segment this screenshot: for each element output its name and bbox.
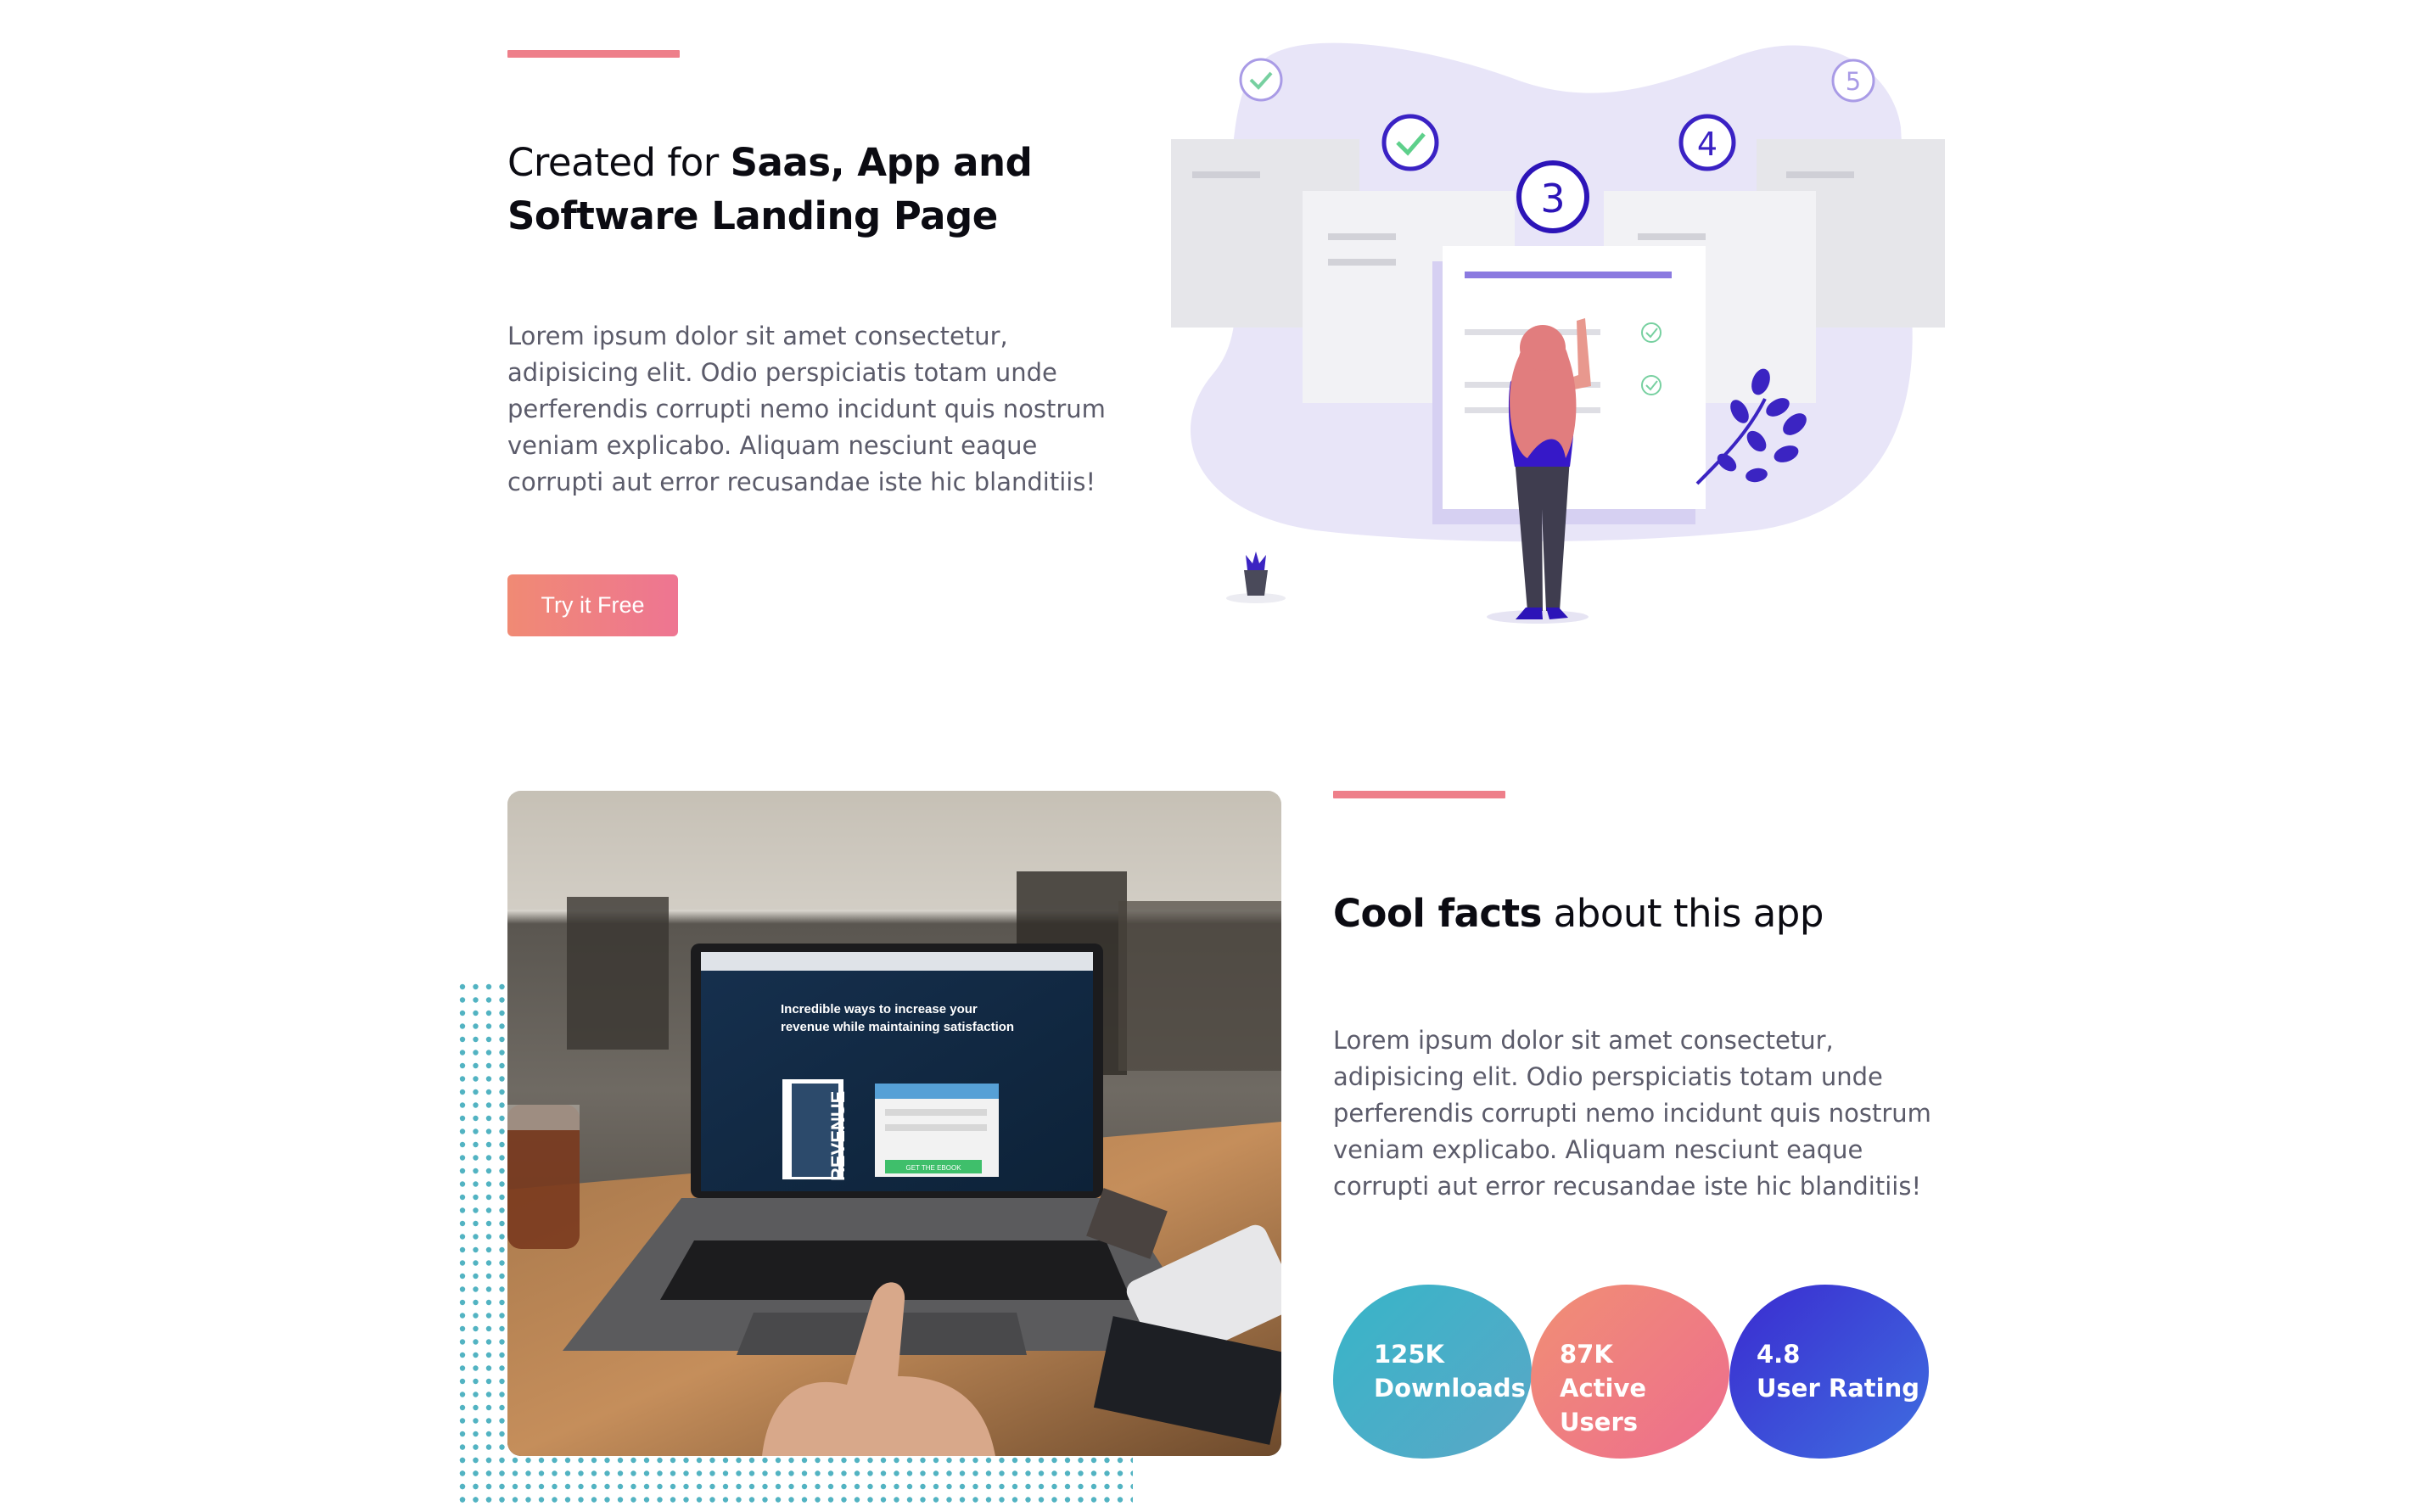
stat-user-rating: 4.8 User Rating [1729,1285,1929,1459]
stat-downloads-label: Downloads [1374,1374,1526,1403]
step-4-label: 4 [1697,126,1718,163]
check-circle-icon [1239,58,1283,102]
stat-downloads: 125K Downloads [1333,1285,1532,1459]
stat-active-users-value: 87K [1560,1340,1613,1369]
hero-accent-line [507,50,680,58]
step-3-label: 3 [1540,176,1565,221]
stat-downloads-value: 125K [1374,1340,1445,1369]
laptop-photo-image: Incredible ways to increase your revenue… [507,791,1281,1456]
facts-heading: Cool facts about this app [1333,887,1978,940]
laptop-photo: Incredible ways to increase your revenue… [507,791,1281,1456]
try-it-free-button[interactable]: Try it Free [507,574,678,636]
facts-heading-bold: Cool facts [1333,891,1542,936]
hero-description: Lorem ipsum dolor sit amet consectetur, … [507,322,1106,496]
facts-heading-light: about this app [1541,891,1824,936]
screen-book-title: REVENUE [827,1091,849,1181]
hero-heading-light: Created for [507,140,731,185]
hero-heading: Created for Saas, App and Software Landi… [507,136,1118,243]
plant-pot-icon [1226,552,1286,603]
stat-active-users: 87K Active Users [1531,1285,1729,1459]
hero-heading-bold-1: Saas, App and [730,140,1033,185]
stat-active-users-label: Active Users [1560,1374,1647,1436]
hero-illustration: 3 4 5 [1171,42,1945,624]
stat-user-rating-value: 4.8 [1757,1340,1801,1369]
screen-headline-2: revenue while maintaining satisfaction [781,1020,1014,1034]
screen-headline-1: Incredible ways to increase your [781,1002,978,1016]
facts-accent-line [1333,791,1505,798]
check-circle-icon [1381,114,1439,171]
facts-description: Lorem ipsum dolor sit amet consectetur, … [1333,1026,1931,1201]
screen-ebook-button: GET THE EBOOK [905,1164,961,1172]
stat-user-rating-label: User Rating [1757,1374,1919,1403]
hero-heading-bold-2: Software Landing Page [507,193,998,238]
step-5-label: 5 [1846,67,1861,96]
